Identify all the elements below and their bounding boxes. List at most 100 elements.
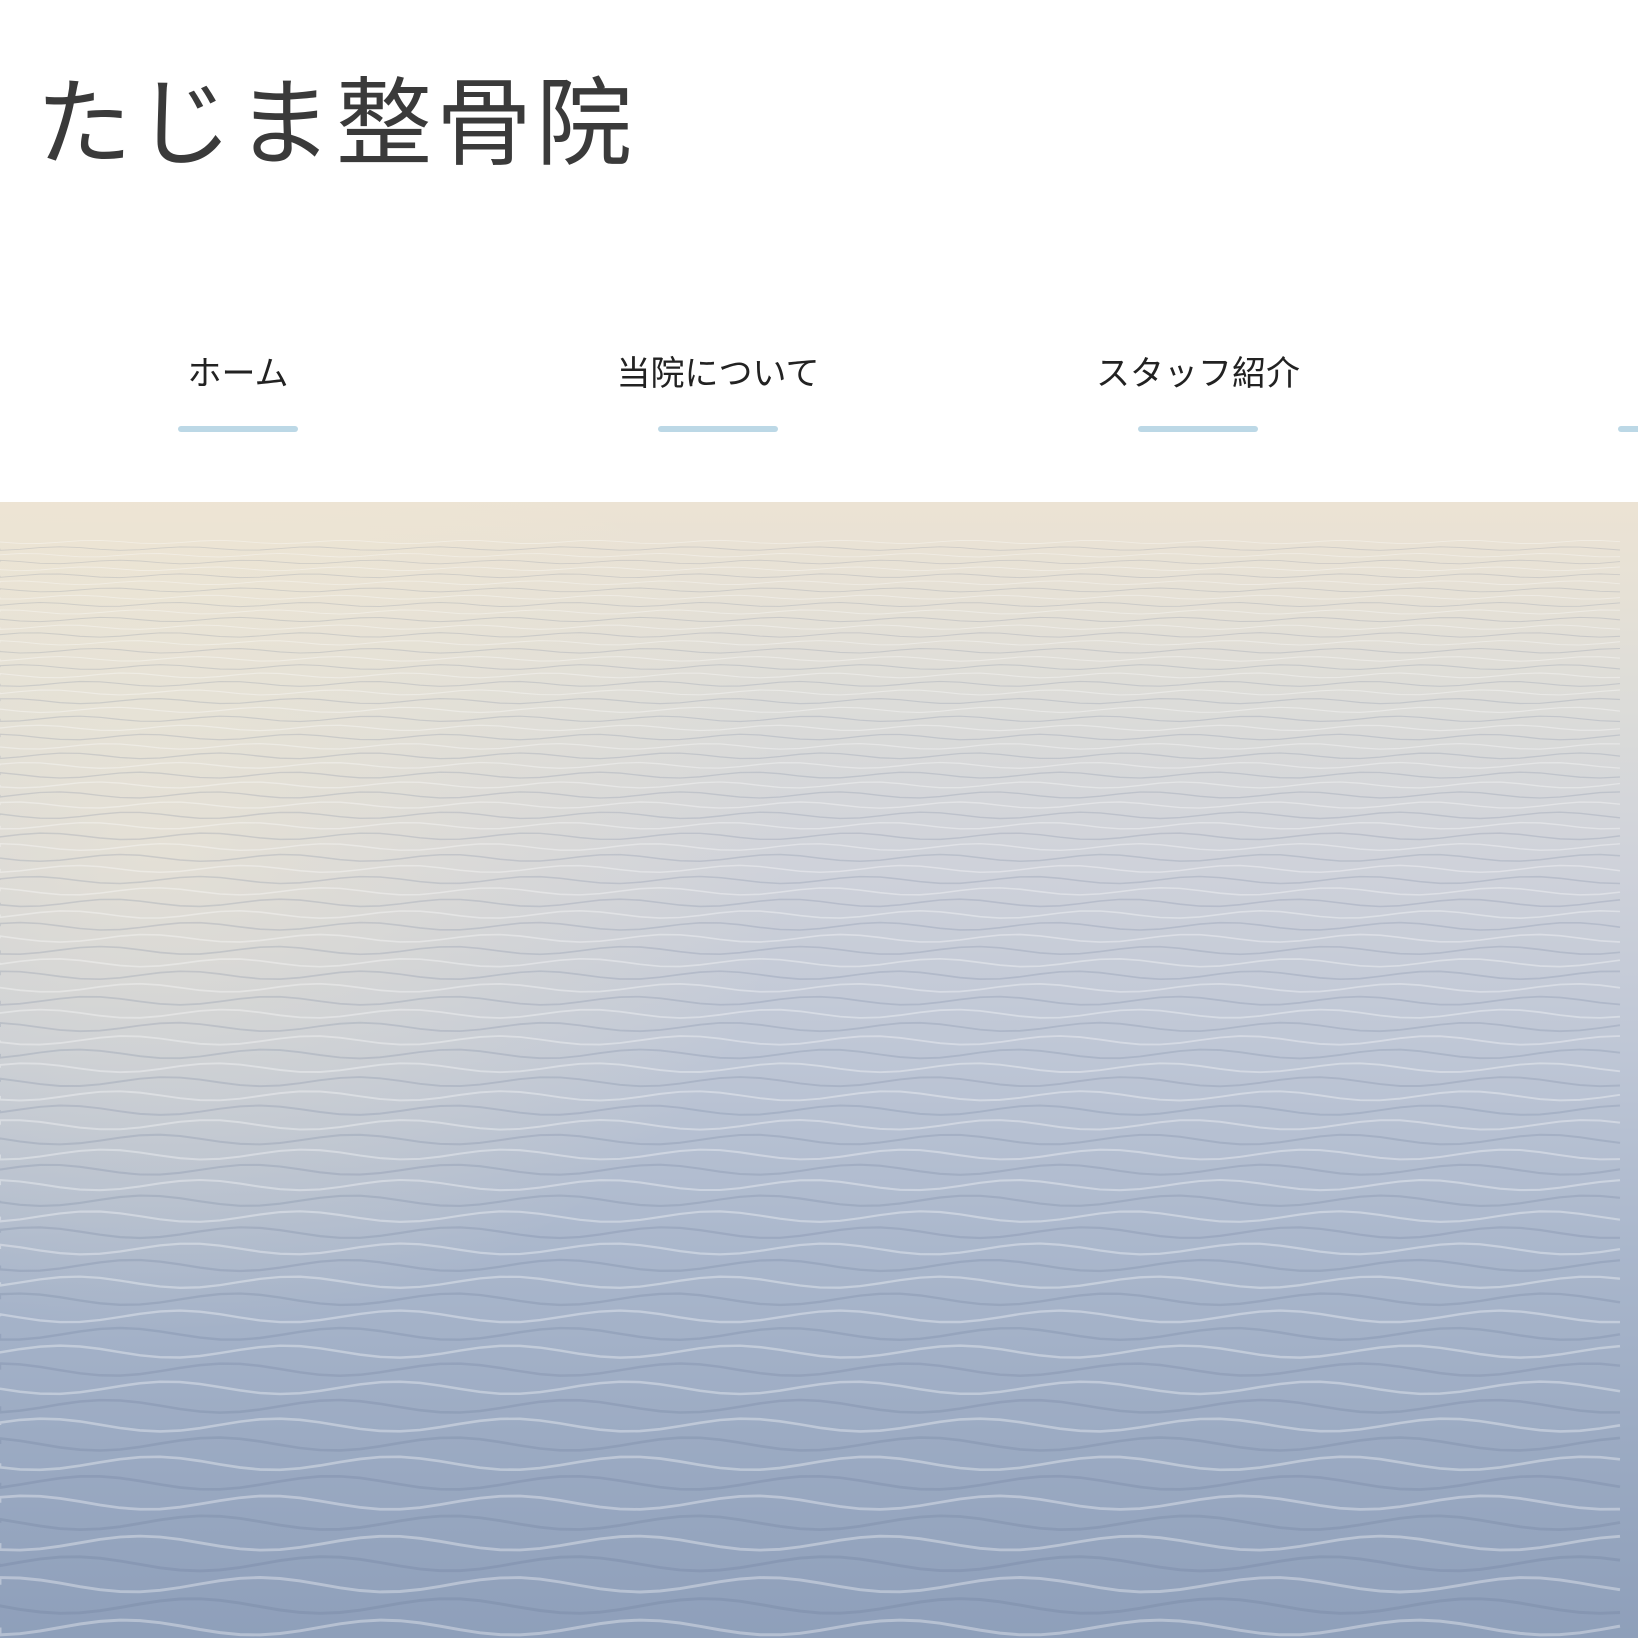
ripple-line <box>0 1380 1621 1396</box>
site-title[interactable]: たじま整骨院 <box>36 71 636 178</box>
ripple-line <box>0 715 1621 723</box>
ripple-line <box>0 1076 1621 1088</box>
nav-item-home[interactable]: ホーム <box>68 352 408 442</box>
nav-item-hours[interactable]: 営 <box>1508 352 1638 442</box>
ripple-line <box>0 647 1621 654</box>
ripple-line <box>0 672 1621 679</box>
ripple-line <box>0 1555 1621 1573</box>
main-nav: ホーム 当院について スタッフ紹介 営 <box>0 352 1638 442</box>
ripple-line <box>0 594 1621 600</box>
ripple-line <box>0 752 1621 760</box>
ripple-line <box>0 933 1621 943</box>
ripple-line <box>0 566 1621 572</box>
ripple-line <box>0 1292 1621 1307</box>
ripple-line <box>0 1021 1621 1033</box>
ripple-line <box>0 781 1621 789</box>
ripple-line <box>0 680 1621 687</box>
hero-image <box>0 502 1638 1638</box>
ripple-line <box>0 1534 1621 1552</box>
ripple-line <box>0 982 1621 993</box>
ripple-line <box>0 706 1621 714</box>
ripple-line <box>0 697 1621 705</box>
ripple-line <box>0 640 1621 646</box>
ripple-line <box>0 761 1621 769</box>
nav-item-about[interactable]: 当院について <box>548 352 888 442</box>
ripple-line <box>0 1275 1621 1289</box>
ripple-line <box>0 801 1621 809</box>
ripple-line <box>0 546 1621 551</box>
ripple-line <box>0 1309 1621 1324</box>
ripple-line <box>0 609 1621 615</box>
ripple-line <box>0 957 1621 968</box>
ripple-line <box>0 1398 1621 1414</box>
ripple-line <box>0 655 1621 662</box>
ripple-line <box>0 945 1621 956</box>
ripple-line <box>0 1210 1621 1223</box>
nav-underline <box>1138 426 1258 432</box>
ripple-line <box>0 864 1621 874</box>
ripple-line <box>0 587 1621 593</box>
ripple-line <box>0 1194 1621 1207</box>
nav-item-staff[interactable]: スタッフ紹介 <box>1028 352 1368 442</box>
ripple-line <box>0 1090 1621 1102</box>
ripple-line <box>0 552 1621 558</box>
ripple-line <box>0 995 1621 1006</box>
ripple-line <box>0 832 1621 841</box>
ripple-line <box>0 724 1621 732</box>
water-ripples <box>0 539 1621 1637</box>
ripple-line <box>0 875 1621 885</box>
ripple-line <box>0 742 1621 750</box>
ripple-line <box>0 1326 1621 1342</box>
ripple-line <box>0 1118 1621 1131</box>
ripple-line <box>0 921 1621 931</box>
ripple-line <box>0 733 1621 741</box>
ripple-line <box>0 853 1621 862</box>
ripple-line <box>0 1104 1621 1116</box>
ripple-line <box>0 689 1621 696</box>
ripple-line <box>0 771 1621 779</box>
ripple-line <box>0 791 1621 799</box>
ripple-line <box>0 821 1621 830</box>
ripple-line <box>0 580 1621 586</box>
ripple-line <box>0 1062 1621 1074</box>
ripple-line <box>0 1514 1621 1531</box>
nav-underline <box>658 426 778 432</box>
ripple-line <box>0 601 1621 608</box>
ripple-line <box>0 1226 1620 1240</box>
ripple-line <box>0 1048 1621 1060</box>
ripple-line <box>0 1133 1621 1146</box>
ripple-line <box>0 559 1621 565</box>
ripple-line <box>0 898 1621 908</box>
ripple-line <box>0 1242 1621 1256</box>
ripple-line <box>0 1417 1621 1433</box>
nav-item-label: ホーム <box>187 354 289 394</box>
ripple-line <box>0 1597 1621 1615</box>
nav-item-label: スタッフ紹介 <box>1096 354 1300 394</box>
ripple-line <box>0 887 1621 896</box>
ripple-line <box>0 970 1621 981</box>
site-header: たじま整骨院 ホーム 当院について スタッフ紹介 営 <box>0 0 1638 502</box>
ripple-line <box>0 573 1621 579</box>
ripple-line <box>0 1576 1621 1594</box>
ripple-line <box>0 1436 1621 1452</box>
ripple-line <box>0 1035 1621 1046</box>
ripple-line <box>0 1178 1621 1192</box>
ripple-line <box>0 1344 1621 1359</box>
ripple-line <box>0 909 1621 920</box>
ripple-line <box>0 1362 1621 1377</box>
ripple-line <box>0 632 1621 638</box>
nav-underline <box>178 426 298 432</box>
ripple-line <box>0 624 1621 630</box>
ripple-line <box>0 811 1621 820</box>
ripple-line <box>0 842 1621 852</box>
ripple-line <box>0 664 1621 670</box>
ripple-line <box>0 1148 1621 1161</box>
ripple-line <box>0 1618 1621 1637</box>
ripple-line <box>0 1258 1621 1273</box>
ripple-line <box>0 539 1621 545</box>
ripple-line <box>0 1008 1621 1019</box>
ripple-line <box>0 1163 1621 1176</box>
ripple-line <box>0 1494 1621 1511</box>
nav-item-label: 当院について <box>616 354 820 394</box>
ripple-line <box>0 1455 1621 1472</box>
